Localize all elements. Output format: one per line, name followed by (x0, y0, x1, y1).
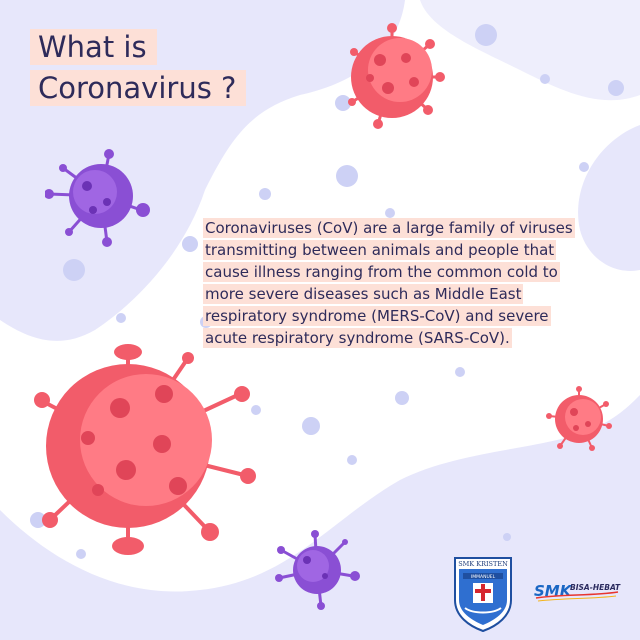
body-paragraph: Coronaviruses (CoV) are a large family o… (203, 218, 623, 350)
school-subtitle: IMMANUEL (471, 574, 496, 580)
body-line: cause illness ranging from the common co… (203, 262, 560, 282)
body-line: more severe diseases such as Middle East (203, 284, 524, 304)
body-line: Coronaviruses (CoV) are a large family o… (203, 218, 575, 238)
virus-icon (275, 530, 360, 610)
school-logo-icon: SMK KRISTEN IMMANUEL (454, 557, 512, 632)
virus-icon (45, 149, 150, 247)
smk-logo-icon: SMK BISA-HEBAT (534, 582, 621, 602)
virus-icon (546, 386, 612, 451)
virus-icon (348, 23, 445, 129)
title-line-1: What is (30, 29, 157, 65)
body-line: acute respiratory syndrome (SARS-CoV). (203, 328, 512, 348)
school-name: SMK KRISTEN (458, 560, 508, 568)
smk-tagline: BISA-HEBAT (570, 583, 621, 592)
body-line: transmitting between animals and people … (203, 240, 557, 260)
poster: What is Coronavirus ? Coronaviruses (CoV… (0, 0, 640, 640)
title-line-2: Coronavirus ? (30, 70, 247, 106)
body-line: respiratory syndrome (MERS-CoV) and seve… (203, 306, 551, 326)
virus-icon (34, 344, 256, 555)
background-blob-top-right (420, 0, 640, 101)
